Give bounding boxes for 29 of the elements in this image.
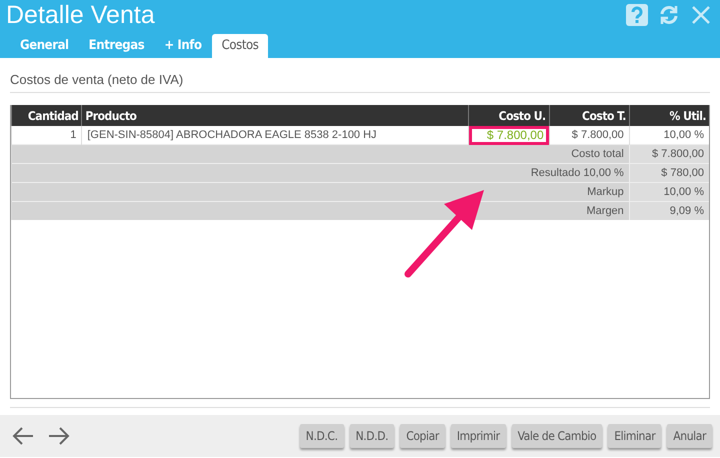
tab[interactable]: Costos	[212, 34, 268, 58]
action-button[interactable]: Copiar	[400, 424, 445, 448]
section-title: Costos de venta (neto de IVA)	[10, 72, 710, 93]
highlighted-cell: $ 7.800,00	[468, 126, 550, 144]
summary-value: $ 780,00	[629, 164, 709, 182]
action-button[interactable]: Imprimir	[450, 424, 506, 448]
refresh-icon[interactable]	[658, 4, 680, 26]
action-button[interactable]: Anular	[667, 424, 712, 448]
column-header: Costo T.	[549, 105, 630, 126]
action-button[interactable]: Vale de Cambio	[512, 424, 602, 448]
help-icon[interactable]	[626, 4, 648, 26]
forward-arrow-icon[interactable]	[48, 427, 70, 445]
action-button[interactable]: Eliminar	[608, 424, 662, 448]
column-header: Producto	[82, 105, 469, 126]
summary-label: Costo total	[12, 144, 630, 164]
column-header: % Util.	[629, 105, 709, 126]
back-arrow-icon[interactable]	[12, 427, 34, 445]
summary-label: Resultado 10,00 %	[12, 164, 630, 182]
summary-label: Margen	[12, 202, 630, 220]
column-header: Cantidad	[12, 105, 82, 126]
close-icon[interactable]	[690, 4, 712, 26]
action-button[interactable]: N.D.D.	[350, 424, 394, 448]
action-button[interactable]: N.D.C.	[300, 424, 344, 448]
summary-label: Markup	[12, 182, 630, 202]
summary-value: $ 7.800,00	[629, 144, 709, 164]
summary-value: 10,00 %	[629, 182, 709, 202]
column-header: Costo U.	[468, 105, 550, 126]
summary-value: 9,09 %	[629, 202, 709, 220]
window-title: Detalle Venta	[6, 1, 155, 30]
